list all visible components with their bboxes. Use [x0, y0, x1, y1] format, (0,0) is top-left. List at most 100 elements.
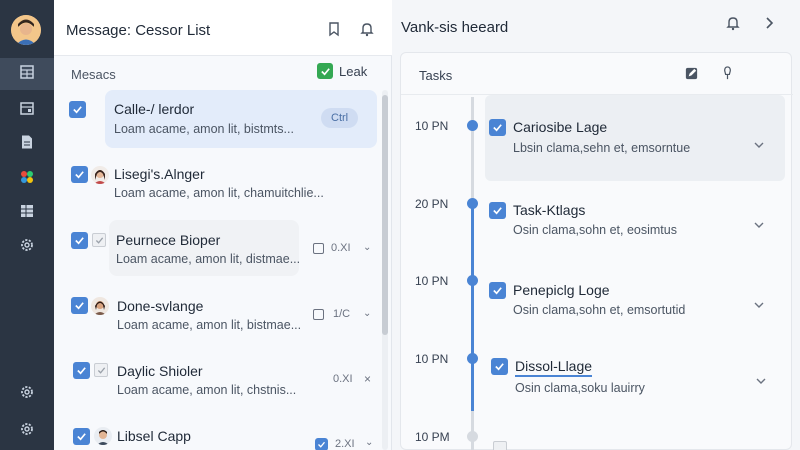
message-preview: Loam acame, amon lit, bistmts...: [114, 122, 294, 136]
task-time: 20 PN: [415, 197, 449, 211]
timeline-dot: [467, 198, 478, 209]
timeline-line-top: [471, 97, 474, 119]
task-title: Penepiclg Loge: [513, 282, 610, 298]
chevron-down-icon[interactable]: [753, 299, 765, 311]
board-title: Vank-sis heeard: [401, 19, 509, 36]
apps-nav-item[interactable]: [0, 163, 54, 195]
chevron-down-icon[interactable]: ⌄: [363, 308, 371, 319]
timeline-line: [471, 203, 474, 411]
scrollbar-thumb[interactable]: [382, 95, 388, 335]
secondary-checkbox[interactable]: [92, 233, 106, 247]
settings-nav-item-bottom-1[interactable]: [0, 378, 54, 410]
item-count: 1/C: [333, 308, 351, 320]
settings-icon: [19, 237, 35, 258]
calendar-nav-item[interactable]: [0, 94, 54, 126]
messages-section-label: Mesacs: [71, 67, 116, 82]
task-checkbox[interactable]: [489, 282, 506, 299]
message-preview: Loam acame, amon lit, bistmae...: [117, 318, 302, 332]
message-item[interactable]: Calle-/ lerdor Loam acame, amon lit, bis…: [105, 90, 377, 148]
leak-filter-checkbox[interactable]: [317, 63, 333, 79]
task-item[interactable]: Penepiclg Loge Osin clama,sohn et, emsor…: [485, 261, 785, 343]
tasks-label: Tasks: [419, 68, 453, 83]
task-time: 10 PM: [415, 430, 450, 444]
messages-panel: Message: Cessor List Mesacs Leak Calle-/…: [54, 0, 392, 450]
timeline-line-upper: [471, 119, 474, 203]
item-small-checkbox[interactable]: [313, 243, 324, 254]
table-icon: [19, 203, 35, 224]
message-sender: Libsel Capp: [117, 428, 191, 444]
task-checkbox[interactable]: [489, 119, 506, 136]
edit-icon[interactable]: [683, 65, 699, 81]
grid-nav-item[interactable]: [0, 58, 54, 90]
secondary-checkbox[interactable]: [94, 363, 108, 377]
message-sender: Daylic Shioler: [117, 363, 203, 379]
message-badge: Ctrl: [321, 108, 359, 128]
tasks-header: Tasks: [401, 53, 793, 95]
chevron-down-icon[interactable]: ⌄: [363, 242, 371, 253]
message-checkbox[interactable]: [73, 362, 90, 379]
timeline-dot: [467, 431, 478, 442]
message-preview: Loam acame, amon lit, chamuitchlie...: [114, 186, 324, 200]
pin-icon[interactable]: [719, 65, 735, 81]
message-sender: Done-svlange: [117, 298, 204, 314]
message-sender: Peurnece Bioper: [116, 232, 221, 248]
message-sender: Lisegi's.Alnger: [114, 166, 205, 182]
tasks-card: Tasks 10 PN Cariosibe Lage Lbsin clama,s…: [400, 52, 793, 450]
task-time: 10 PN: [415, 119, 449, 133]
task-time: 10 PN: [415, 352, 449, 366]
message-item[interactable]: Lisegi's.Alnger Loam acame, amon lit, ch…: [105, 158, 377, 210]
chevron-down-icon[interactable]: ⌄: [365, 437, 373, 448]
task-checkbox[interactable]: [489, 202, 506, 219]
timeline-dot: [467, 353, 478, 364]
chevron-down-icon[interactable]: [753, 219, 765, 231]
apps-icon: [19, 169, 35, 190]
task-description: Osin clama,soku lauirry: [515, 381, 645, 395]
task-item[interactable]: Cariosibe Lage Lbsin clama,sehn et, emso…: [485, 95, 785, 181]
message-preview: Loam acame, amon lit, chstnis...: [117, 383, 297, 397]
task-item[interactable]: Dissol-Llage Osin clama,soku lauirry: [485, 341, 785, 423]
document-nav-item[interactable]: [0, 128, 54, 160]
item-small-checkbox[interactable]: [313, 309, 324, 320]
messages-title: Message: Cessor List: [66, 22, 211, 39]
message-checkbox[interactable]: [69, 101, 86, 118]
task-title: Task-Ktlags: [513, 202, 586, 218]
document-icon: [19, 134, 35, 155]
left-rail: [0, 0, 54, 450]
task-title: Dissol-Llage: [515, 358, 593, 377]
messages-header: Message: Cessor List: [54, 0, 392, 56]
item-small-checkbox[interactable]: [315, 438, 328, 450]
grid-icon: [19, 64, 35, 85]
message-checkbox[interactable]: [71, 232, 88, 249]
chevron-right-icon[interactable]: [760, 14, 778, 32]
task-checkbox[interactable]: [491, 358, 508, 375]
message-sender: Calle-/ lerdor: [114, 101, 195, 117]
message-checkbox[interactable]: [71, 297, 88, 314]
item-count: 2.XI: [335, 438, 355, 450]
avatar: [94, 427, 112, 445]
table-nav-item[interactable]: [0, 197, 54, 229]
chevron-down-icon[interactable]: [753, 139, 765, 151]
message-checkbox[interactable]: [71, 166, 88, 183]
settings-nav-item-bottom-2[interactable]: [0, 415, 54, 447]
avatar: [91, 297, 109, 315]
chevron-down-icon[interactable]: [755, 375, 767, 387]
task-description: Osin clama,sohn et, eosimtus: [513, 223, 677, 237]
task-checkbox[interactable]: [493, 441, 507, 450]
task-time: 10 PN: [415, 274, 449, 288]
tasks-board-panel: Vank-sis heeard Tasks 10 PN Cariosibe La…: [392, 0, 800, 450]
task-title: Cariosibe Lage: [513, 119, 608, 135]
item-count: 0.XI: [331, 242, 351, 254]
bell-icon[interactable]: [724, 14, 742, 32]
user-avatar[interactable]: [11, 15, 41, 45]
task-item[interactable]: Task-Ktlags Osin clama,sohn et, eosimtus: [485, 181, 785, 263]
close-icon[interactable]: ×: [364, 372, 371, 386]
task-description: Osin clama,sohn et, emsortutid: [513, 303, 686, 317]
bell-icon[interactable]: [358, 20, 376, 38]
settings-nav-item[interactable]: [0, 231, 54, 263]
message-checkbox[interactable]: [73, 428, 90, 445]
task-description: Lbsin clama,sehn et, emsorntue: [513, 141, 691, 155]
bookmark-icon[interactable]: [325, 20, 343, 38]
leak-filter-label: Leak: [339, 64, 368, 79]
message-preview: Loam acame, amon lit, distmae...: [116, 252, 301, 266]
message-item[interactable]: Peurnece Bioper Loam acame, amon lit, di…: [109, 220, 301, 276]
